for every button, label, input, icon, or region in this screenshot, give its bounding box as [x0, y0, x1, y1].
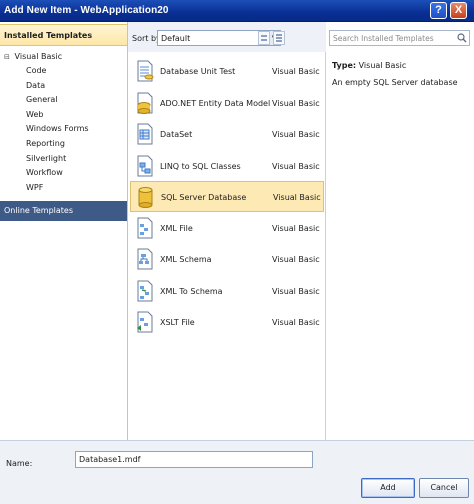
- template-language: Visual Basic: [272, 98, 320, 108]
- tree-item-wpf[interactable]: WPF: [0, 181, 127, 196]
- template-item[interactable]: XML To Schema Visual Basic: [130, 276, 324, 307]
- entity-model-icon: [137, 92, 153, 114]
- search-placeholder: Search Installed Templates: [333, 34, 434, 43]
- category-tree: ⊟ Visual Basic Code Data General Web Win…: [0, 50, 127, 195]
- xml-to-schema-icon: [137, 280, 153, 301]
- name-label: Name:: [6, 459, 33, 468]
- title-bar: Add New Item - WebApplication20 ? X: [0, 0, 474, 22]
- tree-item-windows-forms[interactable]: Windows Forms: [0, 122, 127, 137]
- sql-database-icon: [138, 187, 153, 208]
- template-language: Visual Basic: [272, 161, 320, 171]
- template-language: Visual Basic: [272, 286, 320, 296]
- search-installed-templates-input[interactable]: Search Installed Templates: [329, 30, 470, 46]
- template-name: XSLT File: [160, 318, 195, 327]
- template-item-selected[interactable]: SQL Server Database Visual Basic: [130, 181, 324, 212]
- close-button[interactable]: X: [450, 2, 467, 19]
- sort-by-value: Default: [161, 34, 191, 43]
- online-templates-item[interactable]: Online Templates: [0, 201, 127, 221]
- template-item[interactable]: XML File Visual Basic: [130, 213, 324, 244]
- type-line: Type: Visual Basic: [332, 61, 406, 70]
- template-name: DataSet: [160, 130, 193, 139]
- template-item[interactable]: LINQ to SQL Classes Visual Basic: [130, 151, 324, 182]
- name-input[interactable]: Database1.mdf: [75, 451, 313, 468]
- type-label: Type:: [332, 61, 357, 70]
- template-language: Visual Basic: [272, 67, 320, 76]
- list-view-icon[interactable]: [273, 31, 285, 45]
- template-name: ADO.NET Entity Data Model: [160, 98, 271, 108]
- template-list: Database Unit Test Visual Basic ADO.NET …: [128, 52, 326, 440]
- template-details-panel: Search Installed Templates Type: Visual …: [326, 22, 474, 440]
- add-button[interactable]: Add: [361, 478, 415, 498]
- template-name: Database Unit Test: [160, 67, 236, 76]
- collapse-toggle-icon[interactable]: ⊟: [4, 50, 12, 64]
- template-categories-panel: Installed Templates ⊟ Visual Basic Code …: [0, 22, 128, 440]
- template-item[interactable]: Database Unit Test Visual Basic: [130, 56, 324, 87]
- tree-item-silverlight[interactable]: Silverlight: [0, 152, 127, 167]
- template-language: Visual Basic: [272, 130, 320, 139]
- window-title: Add New Item - WebApplication20: [4, 5, 169, 16]
- template-name: XML Schema: [160, 255, 212, 264]
- template-item[interactable]: DataSet Visual Basic: [130, 119, 324, 150]
- medium-icons-view-icon[interactable]: [258, 31, 270, 45]
- tree-item-code[interactable]: Code: [0, 64, 127, 79]
- installed-templates-header[interactable]: Installed Templates: [0, 24, 127, 46]
- linq-icon: [137, 155, 153, 176]
- template-name: XML File: [160, 223, 193, 233]
- type-value: Visual Basic: [358, 61, 407, 70]
- tree-item-reporting[interactable]: Reporting: [0, 137, 127, 152]
- template-name: LINQ to SQL Classes: [160, 161, 241, 171]
- template-description: An empty SQL Server database: [332, 78, 458, 87]
- tree-root-visual-basic[interactable]: ⊟ Visual Basic: [0, 50, 127, 64]
- xml-file-icon: [137, 217, 153, 238]
- template-item[interactable]: XML Schema Visual Basic: [130, 244, 324, 275]
- sort-toolbar: Sort by: Default ▼: [128, 22, 326, 52]
- dialog-footer: Name: Database1.mdf Add Cancel: [0, 440, 474, 504]
- template-name: SQL Server Database: [161, 193, 247, 202]
- tree-item-web[interactable]: Web: [0, 108, 127, 123]
- tree-item-general[interactable]: General: [0, 93, 127, 108]
- search-icon[interactable]: [457, 33, 467, 43]
- template-language: Visual Basic: [273, 193, 321, 202]
- tree-item-workflow[interactable]: Workflow: [0, 166, 127, 181]
- template-language: Visual Basic: [272, 318, 320, 327]
- xml-schema-icon: [137, 248, 153, 270]
- template-item[interactable]: XSLT File Visual Basic: [130, 307, 324, 338]
- tree-item-data[interactable]: Data: [0, 79, 127, 94]
- template-item[interactable]: ADO.NET Entity Data Model Visual Basic: [130, 88, 324, 119]
- xslt-file-icon: [137, 311, 153, 333]
- database-unit-test-icon: [137, 60, 154, 82]
- template-language: Visual Basic: [272, 255, 320, 264]
- tree-root-label: Visual Basic: [14, 52, 63, 61]
- dataset-icon: [137, 123, 153, 145]
- cancel-button[interactable]: Cancel: [419, 478, 469, 498]
- template-language: Visual Basic: [272, 223, 320, 233]
- template-name: XML To Schema: [160, 286, 223, 296]
- help-button[interactable]: ?: [430, 2, 447, 19]
